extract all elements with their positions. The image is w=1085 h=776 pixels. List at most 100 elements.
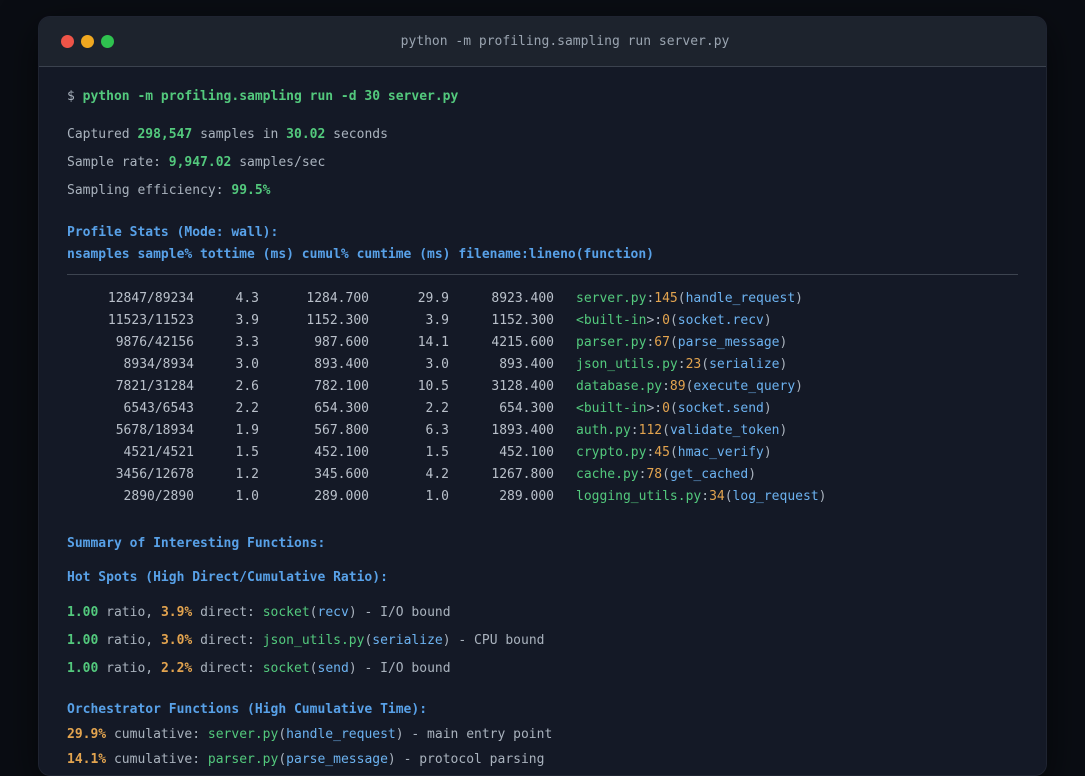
- window-title: python -m profiling.sampling run server.…: [400, 34, 730, 49]
- paren-open: (: [669, 445, 678, 460]
- ratio-label: ratio,: [98, 661, 161, 676]
- target-name: socket: [262, 605, 310, 620]
- command-line: $ python -m profiling.sampling run -d 30…: [67, 87, 1018, 107]
- paren-close: ): [348, 605, 357, 620]
- direct-label: direct:: [192, 661, 263, 676]
- table-row: 4521/4521 1.5 452.100 1.5 452.100 crypto.py:4…: [67, 442, 1018, 464]
- line-number: 112: [638, 423, 663, 438]
- paren-close: ): [442, 633, 451, 648]
- colon: :: [630, 423, 639, 438]
- hot-spots-list: 1.00 ratio, 3.9% direct: socket(recv) - …: [67, 603, 1018, 679]
- profile-table: 12847/89234 4.3 1284.700 29.9 8923.400 server…: [67, 288, 1018, 508]
- paren-close: ): [348, 661, 357, 676]
- cumtime-value: 1152.300: [491, 313, 554, 328]
- ratio-label: ratio,: [98, 633, 161, 648]
- function-name: execute_query: [693, 379, 796, 394]
- efficiency-value: 99.5%: [231, 183, 271, 198]
- file-name: parser.py: [576, 335, 647, 350]
- hot-spots-heading: Hot Spots (High Direct/Cumulative Ratio)…: [67, 570, 388, 585]
- file-reference: auth.py:112(validate_token): [576, 423, 787, 438]
- sample-pct-value: 1.5: [235, 445, 259, 460]
- colon: :: [701, 489, 710, 504]
- cumul-pct-value: 29.9: [417, 291, 449, 306]
- target-name: parser.py: [207, 752, 279, 767]
- orchestrator-item: 14.1% cumulative: parser.py(parse_messag…: [67, 750, 1018, 770]
- sample-pct-value: 3.9: [235, 313, 259, 328]
- direct-pct-value: 3.0%: [160, 633, 193, 648]
- sample-pct-value: 1.2: [235, 467, 259, 482]
- cumtime-value: 893.400: [499, 357, 554, 372]
- sample-pct-value: 2.2: [235, 401, 259, 416]
- nsamples-value: 3456/12678: [115, 467, 194, 482]
- cumulative-label: cumulative:: [106, 752, 208, 767]
- maximize-button[interactable]: [101, 35, 114, 48]
- paren-open: (: [701, 357, 710, 372]
- terminal-window: python -m profiling.sampling run server.…: [38, 16, 1047, 776]
- sample-pct-value: 2.6: [235, 379, 259, 394]
- paren-close: ): [763, 445, 772, 460]
- paren-close: ): [795, 291, 803, 306]
- function-name: parse_message: [286, 752, 388, 767]
- direct-pct-value: 3.9%: [160, 605, 193, 620]
- file-name: cache.py: [576, 467, 639, 482]
- line-number: 0: [662, 401, 670, 416]
- minimize-button[interactable]: [81, 35, 94, 48]
- file-name: json_utils.py: [576, 357, 678, 372]
- sample-rate-label: Sample rate:: [67, 155, 169, 170]
- function-name: recv: [317, 605, 349, 620]
- sample-rate-line: Sample rate: 9,947.02 samples/sec: [67, 153, 1018, 173]
- file-reference: crypto.py:45(hmac_verify): [576, 445, 772, 460]
- file-name: <built-in: [576, 401, 647, 416]
- line-number: 145: [654, 291, 678, 306]
- cumul-pct-value: 14.1: [417, 335, 449, 350]
- titlebar: python -m profiling.sampling run server.…: [39, 17, 1046, 67]
- sample-pct-value: 3.3: [235, 335, 259, 350]
- efficiency-line: Sampling efficiency: 99.5%: [67, 181, 1018, 201]
- file-name: auth.py: [576, 423, 631, 438]
- function-name: socket.recv: [677, 313, 764, 328]
- function-name: handle_request: [286, 727, 396, 742]
- table-row: 2890/2890 1.0 289.000 1.0 289.000 logging_uti…: [67, 486, 1018, 508]
- table-row: 11523/11523 3.9 1152.300 3.9 1152.300 <built-…: [67, 310, 1018, 332]
- function-name: serialize: [372, 633, 443, 648]
- summary-heading: Summary of Interesting Functions:: [67, 536, 326, 551]
- direct-label: direct:: [192, 633, 263, 648]
- cumul-pct-value: 6.3: [425, 423, 449, 438]
- file-reference: <built-in>:0(socket.recv): [576, 313, 772, 328]
- sample-pct-value: 1.9: [235, 423, 259, 438]
- file-reference: cache.py:78(get_cached): [576, 467, 756, 482]
- cumul-pct-value: 3.0: [425, 357, 449, 372]
- function-name: send: [317, 661, 349, 676]
- traffic-lights: [61, 35, 114, 48]
- hot-spot-item: 1.00 ratio, 3.9% direct: socket(recv) - …: [67, 603, 1018, 623]
- paren-close: ): [763, 401, 772, 416]
- cumulative-pct-value: 14.1%: [67, 752, 107, 767]
- columns-header: nsamples sample% tottime (ms) cumul% cum…: [67, 247, 654, 262]
- orchestrators-heading: Orchestrator Functions (High Cumulative …: [67, 702, 428, 717]
- close-button[interactable]: [61, 35, 74, 48]
- paren-close: ): [795, 379, 803, 394]
- function-name: get_cached: [669, 467, 749, 482]
- nsamples-value: 4521/4521: [123, 445, 194, 460]
- cumul-pct-value: 10.5: [417, 379, 449, 394]
- line-number: 34: [709, 489, 725, 504]
- paren-close: ): [763, 313, 772, 328]
- tottime-value: 1152.300: [306, 313, 369, 328]
- paren-close: ): [748, 467, 757, 482]
- paren-open: (: [669, 313, 678, 328]
- file-reference: database.py:89(execute_query): [576, 379, 803, 394]
- orchestrators-list: 29.9% cumulative: server.py(handle_reque…: [67, 725, 1018, 770]
- file-reference: parser.py:67(parse_message): [576, 335, 787, 350]
- tottime-value: 893.400: [314, 357, 369, 372]
- cumtime-value: 3128.400: [491, 379, 554, 394]
- line-number: 67: [654, 335, 670, 350]
- sample-pct-value: 3.0: [235, 357, 259, 372]
- table-row: 8934/8934 3.0 893.400 3.0 893.400 json_utils.…: [67, 354, 1018, 376]
- function-name: serialize: [709, 357, 780, 372]
- cumulative-label: cumulative:: [106, 727, 208, 742]
- profile-stats-heading: Profile Stats (Mode: wall):: [67, 225, 279, 240]
- cumtime-value: 8923.400: [491, 291, 554, 306]
- captured-label: Captured: [67, 127, 138, 142]
- hot-spot-item: 1.00 ratio, 2.2% direct: socket(send) - …: [67, 659, 1018, 679]
- nsamples-value: 11523/11523: [107, 313, 194, 328]
